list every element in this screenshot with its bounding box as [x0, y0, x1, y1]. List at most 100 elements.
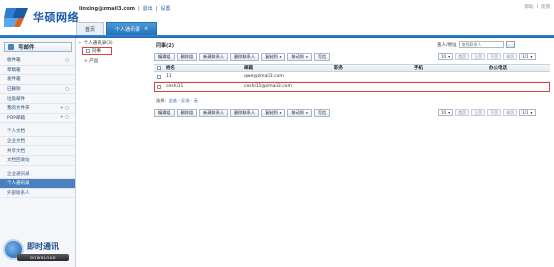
select-all-link[interactable]: 全选: [169, 98, 177, 103]
move-to-dropdown[interactable]: 移动到 ▾: [287, 52, 312, 61]
edit-group-button[interactable]: 编辑组: [154, 108, 175, 117]
sidebar-item-deleted[interactable]: 已删除 ○: [0, 85, 75, 95]
feedback-link[interactable]: 反馈: [541, 4, 550, 10]
move-to-label: 移动到: [291, 109, 304, 115]
sidebar-item-company-contacts[interactable]: 企业通讯录: [0, 170, 75, 180]
chevron-down-icon: ▾: [279, 110, 282, 115]
col-office[interactable]: 办公电话: [489, 65, 549, 71]
refresh-icon[interactable]: ○: [65, 58, 69, 63]
new-contact-button[interactable]: 新建联系人: [199, 52, 229, 61]
main-panel: 同事(2) 查人/地址 编辑组 删除组 新建联系人 删除联系人 复制到▾ 移动到…: [152, 40, 552, 267]
search-button[interactable]: [505, 41, 515, 48]
tree-group-colleagues[interactable]: 同事: [82, 47, 112, 55]
col-email[interactable]: 邮箱: [244, 65, 334, 71]
page-size-select[interactable]: 10 ▾: [438, 109, 454, 116]
page-size-select[interactable]: 10 ▾: [438, 53, 454, 60]
select-all-checkbox[interactable]: [154, 66, 164, 70]
pager-top: 10 ▾ 首页 上页 下页 末页 1/1 ▾: [438, 52, 536, 61]
logo-icon: [4, 6, 30, 28]
sidebar-item-inbox[interactable]: 收件箱 ○: [0, 56, 75, 66]
delete-contact-button[interactable]: 删除联系人: [230, 108, 260, 117]
sidebar-item-spam[interactable]: 垃圾邮件: [0, 94, 75, 104]
add-folder-icon[interactable]: + ○: [60, 106, 69, 111]
sidebar-item-my-folders[interactable]: 我的文件夹 + ○: [0, 104, 75, 114]
sidebar-item-personal-docs[interactable]: 个人文档: [0, 127, 75, 137]
search-label: 查人/地址: [437, 42, 457, 48]
search-input[interactable]: [458, 41, 504, 48]
tab-personal-contacts[interactable]: 个人通讯录 ×: [106, 22, 158, 35]
cell-name[interactable]: ceshi11: [164, 84, 244, 89]
sidebar-item-personal-contacts[interactable]: 个人通讯录: [0, 179, 75, 189]
tree-root[interactable]: − 个人通讯录(3): [78, 40, 148, 47]
compose-label: 写邮件: [18, 45, 35, 51]
separator: |: [155, 5, 158, 12]
col-phone[interactable]: 手机: [414, 65, 489, 71]
close-icon[interactable]: ×: [144, 26, 148, 32]
edit-group-button[interactable]: 编辑组: [154, 52, 175, 61]
sidebar-item-doc-trash[interactable]: 文档回收站: [0, 156, 75, 166]
compose-button[interactable]: 写邮件: [4, 42, 72, 52]
next-page-button[interactable]: 下页: [487, 109, 502, 116]
chevron-down-icon: ▾: [530, 110, 533, 115]
write-mail-button[interactable]: 写信: [313, 108, 331, 117]
empty-icon[interactable]: ○: [65, 87, 69, 92]
row-checkbox[interactable]: [154, 84, 164, 89]
separator: |: [536, 4, 538, 9]
sidebar-item-pop[interactable]: POP邮箱 + ○: [0, 114, 75, 124]
tab-label: 个人通讯录: [115, 26, 141, 33]
copy-to-label: 复制到: [265, 109, 278, 115]
tab-label: 首页: [85, 26, 96, 33]
cell-name[interactable]: 11: [164, 74, 244, 79]
move-to-dropdown[interactable]: 移动到 ▾: [287, 108, 312, 117]
sidebar-item-label: 我的文件夹: [7, 106, 30, 112]
new-contact-button[interactable]: 新建联系人: [199, 108, 229, 117]
cell-email[interactable]: qwe@zmail3.com: [244, 74, 334, 79]
select-none-link[interactable]: 无: [194, 98, 198, 103]
chevron-down-icon: ▾: [305, 110, 308, 115]
sidebar-item-company-docs[interactable]: 企业文档: [0, 137, 75, 147]
col-title[interactable]: 职务: [334, 65, 414, 71]
download-button[interactable]: DOWNLOAD: [17, 254, 69, 261]
copy-to-dropdown[interactable]: 复制到 ▾: [261, 108, 286, 117]
sidebar-item-sent[interactable]: 发件箱: [0, 75, 75, 85]
help-link[interactable]: 帮助: [524, 4, 533, 10]
copy-to-label: 复制到: [265, 53, 278, 59]
sidebar-item-label: 草稿箱: [7, 67, 21, 73]
page-number-select[interactable]: 1/1 ▾: [519, 53, 536, 60]
table-row[interactable]: ceshi11 ceshi11@zmail3.com: [154, 82, 550, 92]
sidebar-item-label: 收件箱: [7, 58, 21, 64]
last-page-button[interactable]: 末页: [503, 109, 518, 116]
table-row[interactable]: 11 qwe@zmail3.com: [154, 72, 550, 82]
col-name[interactable]: 姓名: [164, 65, 244, 71]
tree-group-product[interactable]: + 产品: [84, 58, 98, 64]
tab-home[interactable]: 首页: [76, 22, 105, 35]
collapse-icon[interactable]: −: [78, 41, 82, 46]
page-size-value: 10: [441, 54, 447, 59]
row-checkbox[interactable]: [154, 74, 164, 79]
delete-group-button[interactable]: 删除组: [176, 108, 198, 117]
settings-link[interactable]: 设置: [160, 5, 170, 12]
page-number-select[interactable]: 1/1 ▾: [519, 109, 536, 116]
first-page-button[interactable]: 首页: [455, 53, 470, 60]
chevron-down-icon: ▾: [279, 54, 282, 59]
separator: |: [137, 5, 140, 12]
sidebar-item-drafts[interactable]: 草稿箱: [0, 66, 75, 76]
sidebar-item-external-contacts[interactable]: 外部联系人: [0, 189, 75, 199]
logout-link[interactable]: 退出: [143, 5, 153, 12]
next-page-button[interactable]: 下页: [487, 53, 502, 60]
brand-logo[interactable]: 华硕网络: [4, 6, 79, 28]
last-page-button[interactable]: 末页: [503, 53, 518, 60]
delete-contact-button[interactable]: 删除联系人: [230, 52, 260, 61]
im-download-promo[interactable]: 即时通讯 DOWNLOAD: [3, 237, 73, 263]
invert-selection-link[interactable]: 反选: [181, 98, 189, 103]
add-pop-icon[interactable]: + ○: [60, 115, 69, 120]
sidebar-nav: 收件箱 ○ 草稿箱 发件箱 已删除 ○ 垃圾邮件 我的文件夹 + ○ POP邮箱 + ○…: [0, 56, 75, 199]
prev-page-button[interactable]: 上页: [471, 109, 486, 116]
delete-group-button[interactable]: 删除组: [176, 52, 198, 61]
cell-email[interactable]: ceshi11@zmail3.com: [244, 84, 334, 89]
prev-page-button[interactable]: 上页: [471, 53, 486, 60]
write-mail-button[interactable]: 写信: [313, 52, 331, 61]
copy-to-dropdown[interactable]: 复制到 ▾: [261, 52, 286, 61]
sidebar-item-shared-docs[interactable]: 共享文档: [0, 146, 75, 156]
first-page-button[interactable]: 首页: [455, 109, 470, 116]
